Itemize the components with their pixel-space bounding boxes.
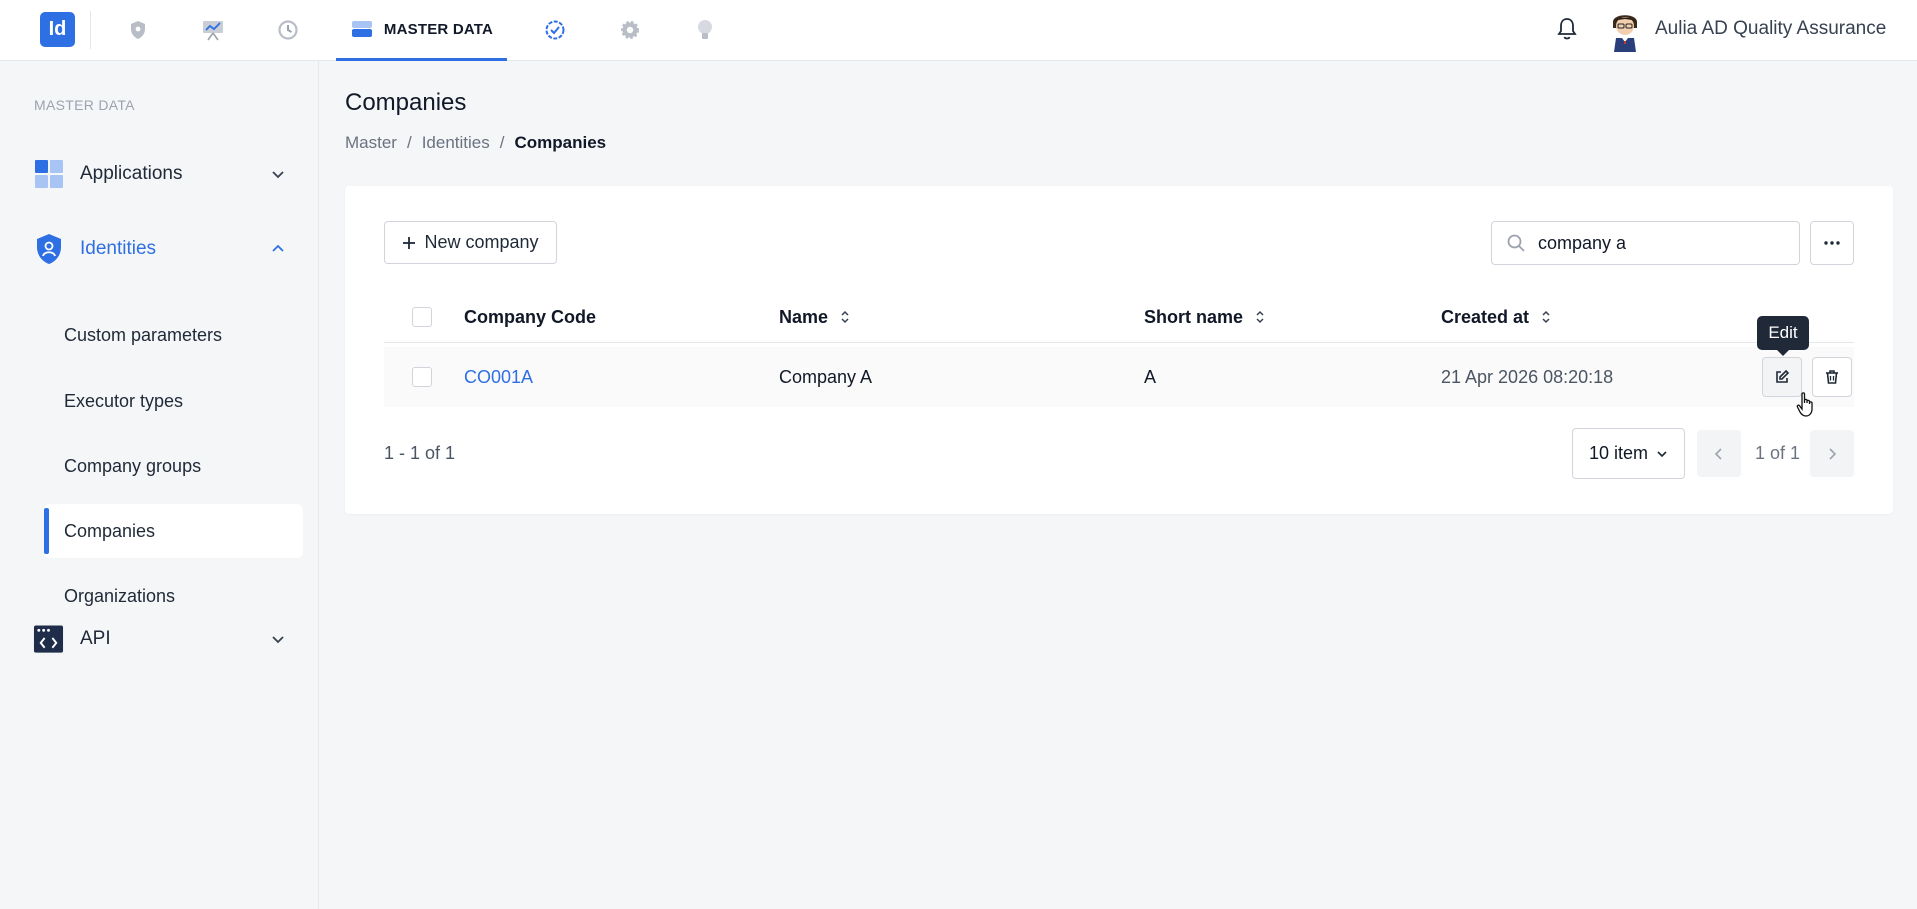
nav-security[interactable]	[118, 0, 158, 60]
sidebar-item-organizations[interactable]: Organizations	[44, 569, 303, 623]
bulb-icon	[698, 20, 712, 39]
chevron-up-icon	[272, 244, 284, 252]
more-options-button[interactable]	[1810, 221, 1854, 265]
app-logo[interactable]: Id	[40, 12, 75, 47]
sidebar-item-custom-parameters[interactable]: Custom parameters	[44, 308, 303, 362]
avatar-icon	[1613, 15, 1637, 52]
nav-ideas[interactable]	[685, 0, 725, 60]
column-name[interactable]: Name	[779, 291, 850, 343]
search-box[interactable]	[1491, 221, 1800, 265]
chevron-down-icon	[1657, 450, 1667, 457]
sidebar-group-label: Applications	[80, 163, 183, 184]
new-company-button[interactable]: New company	[384, 221, 557, 264]
company-name: Company A	[779, 366, 873, 387]
check-circle-icon	[545, 20, 565, 40]
breadcrumb-master[interactable]: Master	[345, 133, 397, 153]
breadcrumb: Master / Identities / Companies	[345, 133, 606, 153]
column-short-name[interactable]: Short name	[1144, 291, 1265, 343]
sort-icon	[1256, 310, 1264, 324]
search-input[interactable]	[1538, 232, 1778, 254]
bell-icon	[1557, 18, 1577, 40]
company-created-at: 21 Apr 2026 08:20:18	[1441, 366, 1614, 387]
avatar[interactable]	[1606, 8, 1644, 52]
companies-card: New company Company Code Name Short name…	[345, 186, 1893, 514]
prev-page-button[interactable]	[1697, 430, 1741, 477]
nav-master-data-label: MASTER DATA	[383, 20, 494, 38]
nav-master-data[interactable]: MASTER DATA	[336, 0, 507, 61]
sidebar-group-label: API	[80, 628, 111, 649]
row-checkbox[interactable]	[412, 367, 432, 387]
company-short-name: A	[1144, 366, 1157, 387]
chevron-left-icon	[1714, 447, 1722, 460]
sidebar-item-company-groups[interactable]: Company groups	[44, 439, 303, 493]
logo-divider	[90, 11, 91, 49]
nav-approvals[interactable]	[535, 0, 575, 60]
sidebar: MASTER DATA Applications Identities Cust…	[0, 61, 319, 909]
sidebar-group-identities[interactable]: Identities	[33, 229, 293, 269]
identity-shield-icon	[33, 234, 64, 265]
column-company-code: Company Code	[464, 291, 596, 343]
column-label: Company Code	[464, 306, 597, 327]
chevron-down-icon	[272, 171, 284, 179]
edit-icon	[1776, 369, 1790, 383]
page-title: Companies	[345, 89, 467, 116]
nav-history[interactable]	[268, 0, 308, 60]
pagination-range: 1 - 1 of 1	[384, 443, 456, 463]
sidebar-group-label: Identities	[80, 238, 157, 259]
breadcrumb-separator: /	[406, 133, 412, 152]
apps-grid-icon	[33, 159, 64, 190]
breadcrumb-current: Companies	[514, 133, 607, 152]
new-company-label: New company	[424, 232, 539, 252]
hand-cursor-icon	[1796, 392, 1816, 423]
api-code-icon	[33, 624, 64, 655]
page-info: 1 of 1	[1755, 443, 1801, 463]
select-all-checkbox[interactable]	[412, 307, 432, 327]
user-name[interactable]: Aulia AD Quality Assurance	[1655, 18, 1886, 40]
next-page-button[interactable]	[1810, 430, 1854, 477]
table-header: Company Code Name Short name Created at	[384, 291, 1854, 343]
page-size-value: 10 item	[1588, 443, 1649, 463]
chevron-right-icon	[1829, 447, 1837, 460]
sidebar-heading: MASTER DATA	[34, 97, 135, 113]
sidebar-group-applications[interactable]: Applications	[33, 154, 293, 194]
notification-bell[interactable]	[1556, 16, 1578, 47]
table-row: CO001A Company A A 21 Apr 2026 08:20:18	[384, 347, 1854, 407]
nav-settings[interactable]	[610, 0, 650, 60]
breadcrumb-separator: /	[499, 133, 505, 152]
search-icon	[1507, 234, 1525, 252]
column-label: Name	[779, 306, 829, 327]
master-data-icon	[351, 21, 372, 37]
trash-icon	[1826, 370, 1838, 384]
plus-icon	[403, 236, 416, 249]
sidebar-item-companies[interactable]: Companies	[44, 504, 303, 558]
nav-reports[interactable]	[193, 0, 233, 60]
top-bar: Id MASTER DATA Aulia AD Quality Assuranc…	[0, 0, 1917, 61]
column-label: Created at	[1441, 306, 1530, 327]
sidebar-item-executor-types[interactable]: Executor types	[44, 374, 303, 428]
edit-tooltip: Edit	[1757, 316, 1809, 356]
column-label: Short name	[1144, 306, 1244, 327]
column-created-at[interactable]: Created at	[1441, 291, 1551, 343]
shield-icon	[131, 21, 145, 39]
more-dots-icon	[1824, 241, 1840, 245]
sort-icon	[841, 310, 849, 324]
company-code-link[interactable]: CO001A	[464, 347, 533, 407]
chart-icon	[203, 21, 223, 41]
history-icon	[278, 20, 298, 40]
sidebar-group-api[interactable]: API	[33, 619, 293, 659]
gear-icon	[621, 21, 639, 39]
delete-button[interactable]	[1812, 357, 1852, 397]
page-size-select[interactable]: 10 item	[1572, 428, 1685, 479]
breadcrumb-identities[interactable]: Identities	[422, 133, 490, 153]
chevron-down-icon	[272, 636, 284, 644]
sort-icon	[1542, 310, 1550, 324]
edit-button[interactable]	[1762, 357, 1802, 397]
